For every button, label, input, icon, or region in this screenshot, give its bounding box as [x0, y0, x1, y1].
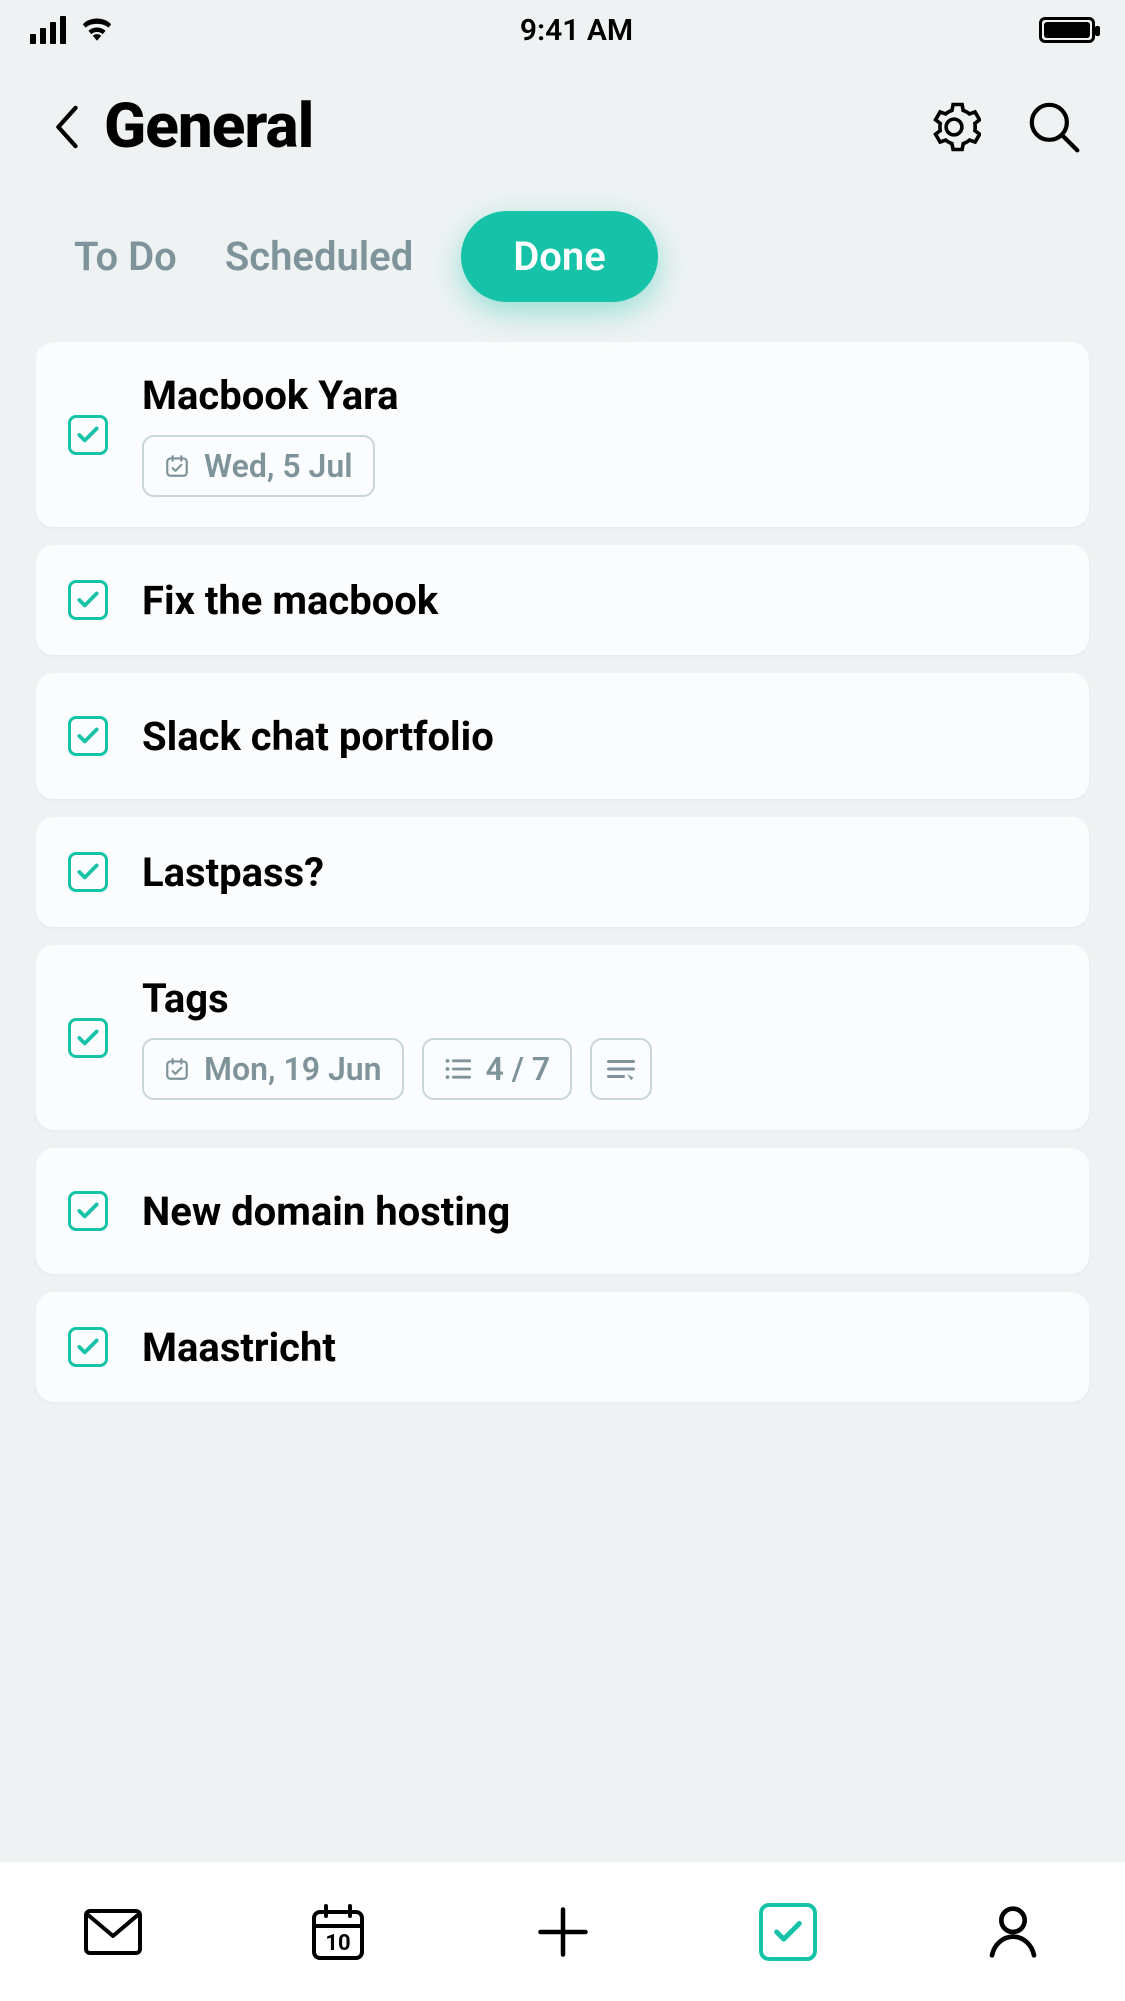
battery-icon — [1039, 17, 1095, 43]
subtask-count: 4 / 7 — [486, 1050, 551, 1088]
task-title: Maastricht — [142, 1324, 336, 1371]
task-checkbox[interactable] — [68, 580, 108, 620]
task-checkbox[interactable] — [68, 716, 108, 756]
tab-todo[interactable]: To Do — [74, 233, 177, 280]
calendar-day: 10 — [325, 1931, 350, 1956]
page-title: General — [104, 90, 919, 163]
calendar-icon: 10 — [309, 1902, 367, 1962]
task-title: Lastpass? — [142, 849, 324, 896]
date-chip[interactable]: Wed, 5 Jul — [142, 435, 375, 497]
check-icon — [75, 422, 101, 448]
date-label: Wed, 5 Jul — [204, 447, 353, 485]
nav-inbox[interactable] — [77, 1896, 149, 1968]
wifi-icon — [80, 15, 114, 45]
tabs: To Do Scheduled Done — [0, 183, 1125, 342]
search-icon — [1026, 99, 1082, 155]
chevron-left-icon — [52, 104, 80, 150]
calendar-check-icon — [164, 453, 190, 479]
calendar-check-icon — [164, 1056, 190, 1082]
task-checkbox[interactable] — [68, 852, 108, 892]
date-label: Mon, 19 Jun — [204, 1050, 382, 1088]
status-bar: 9:41 AM — [0, 0, 1125, 60]
check-icon — [75, 1198, 101, 1224]
back-button[interactable] — [36, 97, 96, 157]
header: General — [0, 60, 1125, 183]
task-title: Slack chat portfolio — [142, 713, 494, 760]
task-card[interactable]: Tags Mon, 19 Jun 4 / 7 — [36, 945, 1089, 1130]
bottom-nav: 10 — [0, 1861, 1125, 2001]
nav-profile[interactable] — [977, 1896, 1049, 1968]
task-card[interactable]: Lastpass? — [36, 817, 1089, 927]
tab-scheduled[interactable]: Scheduled — [225, 233, 413, 280]
task-checkbox[interactable] — [68, 415, 108, 455]
check-icon — [75, 723, 101, 749]
check-icon — [75, 1025, 101, 1051]
subtasks-chip[interactable]: 4 / 7 — [422, 1038, 573, 1100]
nav-add[interactable] — [527, 1896, 599, 1968]
task-title: Tags — [142, 975, 652, 1022]
check-icon — [75, 587, 101, 613]
settings-button[interactable] — [919, 92, 989, 162]
task-title: Macbook Yara — [142, 372, 399, 419]
check-icon — [75, 1334, 101, 1360]
list-icon — [444, 1057, 472, 1081]
task-card[interactable]: New domain hosting — [36, 1148, 1089, 1274]
task-card[interactable]: Fix the macbook — [36, 545, 1089, 655]
profile-icon — [985, 1904, 1041, 1960]
task-checkbox[interactable] — [68, 1327, 108, 1367]
signal-icon — [30, 16, 66, 44]
task-card[interactable]: Macbook Yara Wed, 5 Jul — [36, 342, 1089, 527]
tasks-icon — [759, 1903, 817, 1961]
tab-done[interactable]: Done — [461, 211, 658, 302]
note-icon — [606, 1057, 636, 1081]
task-card[interactable]: Maastricht — [36, 1292, 1089, 1402]
status-left — [30, 15, 114, 45]
task-title: Fix the macbook — [142, 577, 438, 624]
task-checkbox[interactable] — [68, 1018, 108, 1058]
date-chip[interactable]: Mon, 19 Jun — [142, 1038, 404, 1100]
nav-calendar[interactable]: 10 — [302, 1896, 374, 1968]
gear-icon — [927, 100, 981, 154]
task-card[interactable]: Slack chat portfolio — [36, 673, 1089, 799]
plus-icon — [536, 1905, 590, 1959]
check-icon — [75, 859, 101, 885]
nav-tasks[interactable] — [752, 1896, 824, 1968]
status-time: 9:41 AM — [520, 13, 633, 48]
search-button[interactable] — [1019, 92, 1089, 162]
task-checkbox[interactable] — [68, 1191, 108, 1231]
inbox-icon — [83, 1908, 143, 1956]
note-chip[interactable] — [590, 1038, 652, 1100]
task-title: New domain hosting — [142, 1188, 510, 1235]
task-list[interactable]: Macbook Yara Wed, 5 Jul Fix the macbook — [0, 342, 1125, 1402]
